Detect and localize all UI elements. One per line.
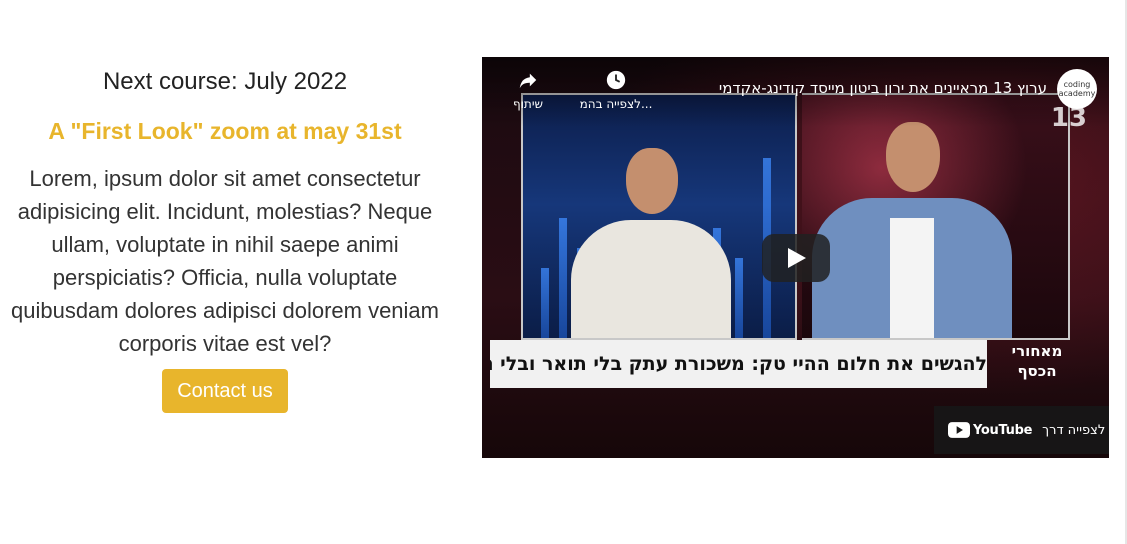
chart-bar-decor — [559, 218, 567, 338]
channel-13-logo: 13 — [1050, 103, 1087, 133]
youtube-wordmark: YouTube — [973, 422, 1033, 438]
watch-on-label: לצפייה דרך — [1042, 422, 1106, 438]
clock-icon — [606, 70, 626, 90]
share-icon — [519, 73, 537, 89]
video-player[interactable]: שיתוף לצפייה בהמ... ערוץ 13 מראיינים את … — [482, 57, 1109, 458]
watch-later-control[interactable]: לצפייה בהמ... — [576, 69, 656, 111]
chart-bar-decor — [735, 258, 743, 338]
video-frame-left — [521, 93, 797, 340]
watch-on-youtube-button[interactable]: YouTube לצפייה דרך — [934, 406, 1109, 454]
host-figure — [812, 108, 1012, 338]
course-heading: Next course: July 2022 — [102, 68, 348, 95]
youtube-icon — [948, 422, 970, 438]
play-icon — [788, 248, 806, 268]
contact-us-button[interactable]: Contact us — [162, 369, 288, 413]
course-description: Lorem, ipsum dolor sit amet consectetur … — [10, 166, 439, 356]
news-lower-third: להגשים את חלום ההיי טק: משכורת עתק בלי ת… — [490, 340, 987, 388]
page: Next course: July 2022 A "First Look" zo… — [0, 0, 1127, 544]
share-control[interactable]: שיתוף — [506, 69, 550, 111]
play-button[interactable] — [762, 234, 830, 282]
video-frame-right — [802, 93, 1070, 340]
watch-later-label: לצפייה בהמ... — [579, 97, 653, 111]
video-title[interactable]: ערוץ 13 מראיינים את ירון ביטון מייסד קוד… — [719, 79, 1047, 97]
course-subheading: A "First Look" zoom at may 31st — [48, 118, 402, 144]
interviewee-figure — [571, 118, 731, 338]
chart-bar-decor — [541, 268, 549, 338]
share-label: שיתוף — [512, 97, 544, 111]
course-info: Next course: July 2022 A "First Look" zo… — [6, 64, 444, 413]
show-logo: מאחורי הכסף — [1011, 342, 1063, 380]
youtube-logo: YouTube — [948, 422, 1032, 438]
